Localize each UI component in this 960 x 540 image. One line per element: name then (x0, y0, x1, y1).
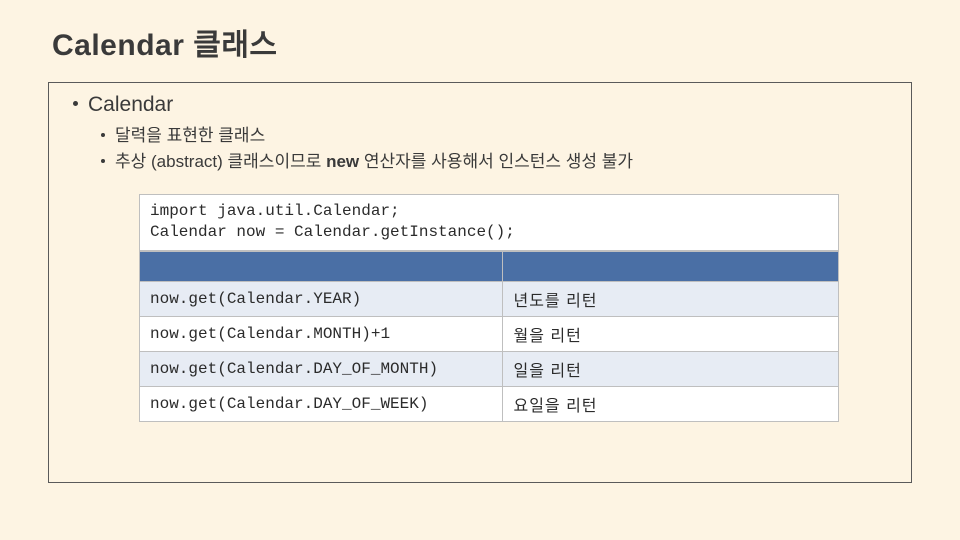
table-cell-desc: 일을 리턴 (503, 351, 839, 386)
table-cell-code: now.get(Calendar.MONTH)+1 (140, 316, 503, 351)
bullet-icon (101, 133, 105, 137)
table-row: now.get(Calendar.DAY_OF_MONTH) 일을 리턴 (140, 351, 839, 386)
method-table: now.get(Calendar.YEAR) 년도를 리턴 now.get(Ca… (139, 251, 839, 422)
list-item-text: 달력을 표현한 클래스 (115, 126, 265, 145)
section-heading-text: Calendar (88, 93, 173, 116)
table-header-cell (503, 251, 839, 281)
bullet-list: 달력을 표현한 클래스 추상 (abstract) 클래스이므로 new 연산자… (101, 123, 893, 176)
list-item: 달력을 표현한 클래스 (101, 123, 893, 149)
table-cell-code: now.get(Calendar.DAY_OF_WEEK) (140, 386, 503, 421)
code-snippet: import java.util.Calendar; Calendar now … (139, 194, 839, 251)
table-header-row (140, 251, 839, 281)
table-row: now.get(Calendar.MONTH)+1 월을 리턴 (140, 316, 839, 351)
code-and-table: import java.util.Calendar; Calendar now … (139, 194, 839, 422)
table-cell-desc: 월을 리턴 (503, 316, 839, 351)
table-cell-code: now.get(Calendar.YEAR) (140, 281, 503, 316)
table-header-cell (140, 251, 503, 281)
table-cell-desc: 요일을 리턴 (503, 386, 839, 421)
keyword-new: new (326, 152, 359, 171)
list-item-text: 추상 (abstract) 클래스이므로 new 연산자를 사용해서 인스턴스 … (115, 152, 633, 171)
list-item: 추상 (abstract) 클래스이므로 new 연산자를 사용해서 인스턴스 … (101, 149, 893, 175)
bullet-icon (101, 159, 105, 163)
content-panel: Calendar 달력을 표현한 클래스 추상 (abstract) 클래스이므… (48, 82, 912, 483)
table-cell-desc: 년도를 리턴 (503, 281, 839, 316)
bullet-icon (73, 101, 78, 106)
table-row: now.get(Calendar.YEAR) 년도를 리턴 (140, 281, 839, 316)
table-row: now.get(Calendar.DAY_OF_WEEK) 요일을 리턴 (140, 386, 839, 421)
section-heading: Calendar (73, 93, 893, 117)
table-cell-code: now.get(Calendar.DAY_OF_MONTH) (140, 351, 503, 386)
slide-title: Calendar 클래스 (52, 20, 912, 64)
